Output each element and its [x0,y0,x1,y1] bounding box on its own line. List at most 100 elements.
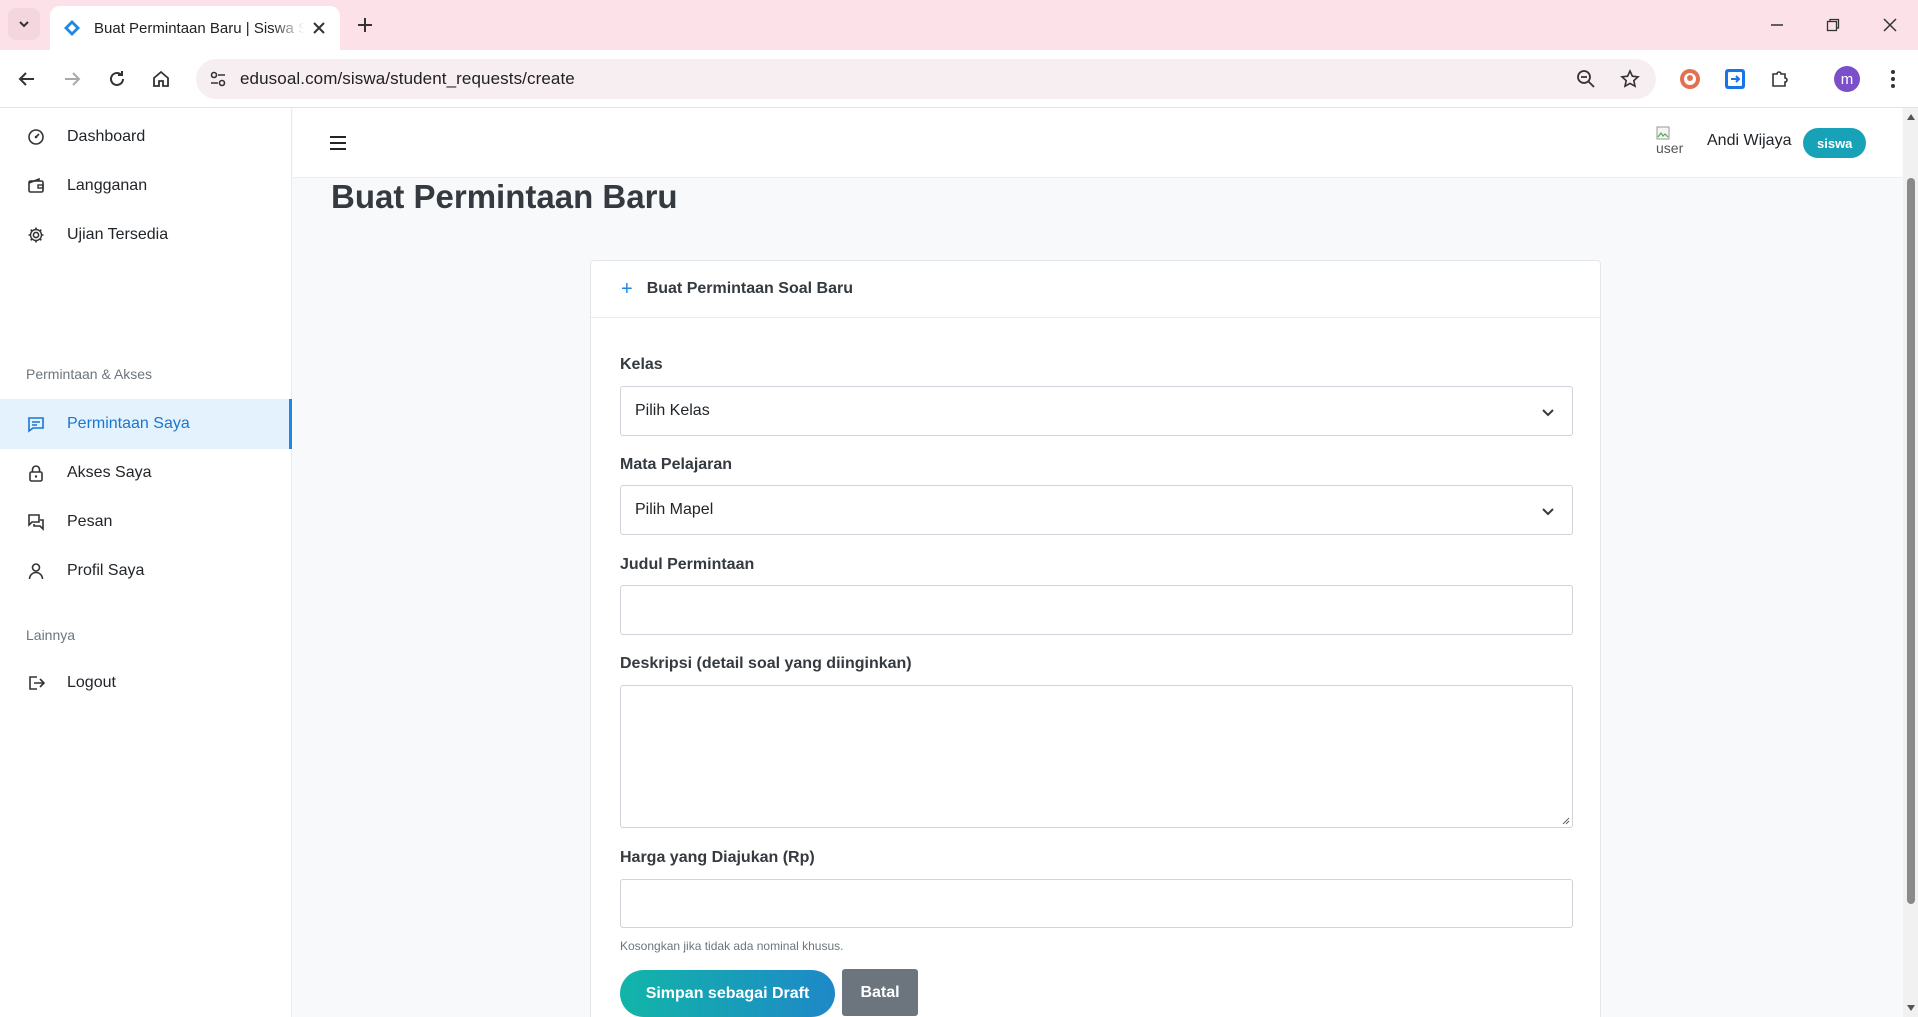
mapel-select[interactable]: Pilih Mapel [620,485,1573,535]
request-form-card: + Buat Permintaan Soal Baru Kelas Pilih … [590,260,1601,1017]
address-bar[interactable]: edusoal.com/siswa/student_requests/creat… [196,59,1656,99]
sidebar-item-profil-saya[interactable]: Profil Saya [0,546,292,596]
scrollbar[interactable] [1903,108,1918,1017]
sidebar-item-logout[interactable]: Logout [0,658,292,708]
sidebar-item-label: Akses Saya [67,464,152,481]
duckduckgo-icon [1680,69,1700,89]
avatar[interactable]: user [1656,124,1696,154]
forward-button[interactable] [57,64,87,94]
sidebar-item-label: Logout [67,674,116,691]
arrow-right-icon [65,72,81,86]
sidebar-section-label: Lainnya [26,627,76,643]
reload-icon [110,71,124,86]
tab-search-button[interactable] [8,8,40,40]
new-tab-button[interactable] [352,12,378,38]
sidebar-item-label: Dashboard [67,128,146,145]
restore-button[interactable] [1820,12,1846,38]
browser-toolbar: edusoal.com/siswa/student_requests/creat… [0,50,1918,108]
messages-icon [26,512,46,532]
dashboard-icon [26,127,46,147]
harga-label: Harga yang Diajukan (Rp) [620,849,815,866]
browser-tab-strip: Buat Permintaan Baru | Siswa Se [0,0,1918,50]
top-navbar: user Andi Wijaya siswa [293,108,1902,178]
site-info-button[interactable] [206,67,230,91]
sidebar-item-dashboard[interactable]: Dashboard [0,112,292,162]
extension-duckduckgo[interactable] [1677,66,1703,92]
lock-icon [26,463,46,483]
harga-input[interactable] [620,879,1573,928]
close-icon [1883,18,1897,32]
tab-title: Buat Permintaan Baru | Siswa Se [94,19,304,37]
judul-label: Judul Permintaan [620,556,755,573]
browser-menu-button[interactable] [1880,66,1906,92]
judul-input[interactable] [620,585,1573,635]
mapel-selected-value: Pilih Mapel [635,501,714,518]
bookmark-button[interactable] [1618,67,1642,91]
sidebar-item-label: Langganan [67,177,148,194]
edusoal-favicon-icon [64,20,80,36]
arrow-left-icon [18,72,34,86]
chat-icon [26,414,46,434]
sidebar-item-label: Profil Saya [67,562,145,579]
chevron-down-icon [1542,409,1554,417]
save-draft-button[interactable]: Simpan sebagai Draft [620,970,835,1017]
scrollbar-thumb[interactable] [1907,178,1915,904]
minimize-icon [1771,24,1783,26]
sidebar: Dashboard Langganan Ujian Tersedia Permi… [0,108,292,1017]
user-icon [26,561,46,581]
star-icon [1620,69,1640,88]
reload-button[interactable] [102,64,132,94]
kelas-label: Kelas [620,356,663,373]
mapel-label: Mata Pelajaran [620,456,733,473]
close-window-button[interactable] [1877,12,1903,38]
chevron-down-icon [1542,508,1554,516]
user-name[interactable]: Andi Wijaya [1707,132,1791,150]
extension-translate[interactable] [1722,66,1748,92]
sidebar-item-ujian-tersedia[interactable]: Ujian Tersedia [0,210,292,260]
extensions-button[interactable] [1767,66,1793,92]
zoom-button[interactable] [1574,67,1598,91]
back-button[interactable] [12,64,42,94]
plus-icon: + [621,277,633,300]
kelas-selected-value: Pilih Kelas [635,402,710,419]
sidebar-item-permintaan-saya[interactable]: Permintaan Saya [0,399,292,449]
scroll-down-icon[interactable] [1906,1003,1916,1013]
card-header: + Buat Permintaan Soal Baru [591,261,1600,318]
broken-image-icon [1656,126,1670,140]
page: Dashboard Langganan Ujian Tersedia Permi… [0,108,1918,1017]
page-title: Buat Permintaan Baru [331,178,678,215]
harga-help-text: Kosongkan jika tidak ada nominal khusus. [620,939,844,953]
deskripsi-textarea[interactable] [620,685,1573,828]
plus-icon [358,18,372,32]
zoom-out-icon [1577,70,1595,88]
role-badge: siswa [1803,128,1867,158]
cancel-button[interactable]: Batal [842,969,918,1016]
hamburger-menu-icon[interactable] [327,132,349,154]
kelas-select[interactable]: Pilih Kelas [620,386,1573,436]
chevron-down-icon [19,21,29,28]
home-button[interactable] [146,64,176,94]
profile-avatar[interactable]: m [1834,66,1860,92]
avatar-alt-text: user [1656,140,1684,154]
restore-icon [1826,18,1840,32]
close-icon[interactable] [310,19,328,37]
more-vert-icon [1891,70,1895,88]
home-icon [153,70,169,87]
translate-icon [1725,69,1745,89]
sidebar-section-label: Permintaan & Akses [26,366,153,382]
sidebar-item-pesan[interactable]: Pesan [0,497,292,547]
gear-icon [26,225,46,245]
browser-tab[interactable]: Buat Permintaan Baru | Siswa Se [50,6,340,50]
sidebar-item-akses-saya[interactable]: Akses Saya [0,448,292,498]
url-text: edusoal.com/siswa/student_requests/creat… [240,69,575,88]
card-title: Buat Permintaan Soal Baru [646,280,853,297]
sidebar-item-label: Pesan [67,513,113,530]
minimize-button[interactable] [1764,12,1790,38]
resize-handle-icon[interactable] [1560,815,1570,825]
sidebar-item-label: Ujian Tersedia [67,226,169,243]
deskripsi-label: Deskripsi (detail soal yang diinginkan) [620,655,912,672]
tune-icon [210,71,226,87]
sidebar-item-langganan[interactable]: Langganan [0,161,292,211]
wallet-icon [26,176,46,196]
scroll-up-icon[interactable] [1906,112,1916,122]
